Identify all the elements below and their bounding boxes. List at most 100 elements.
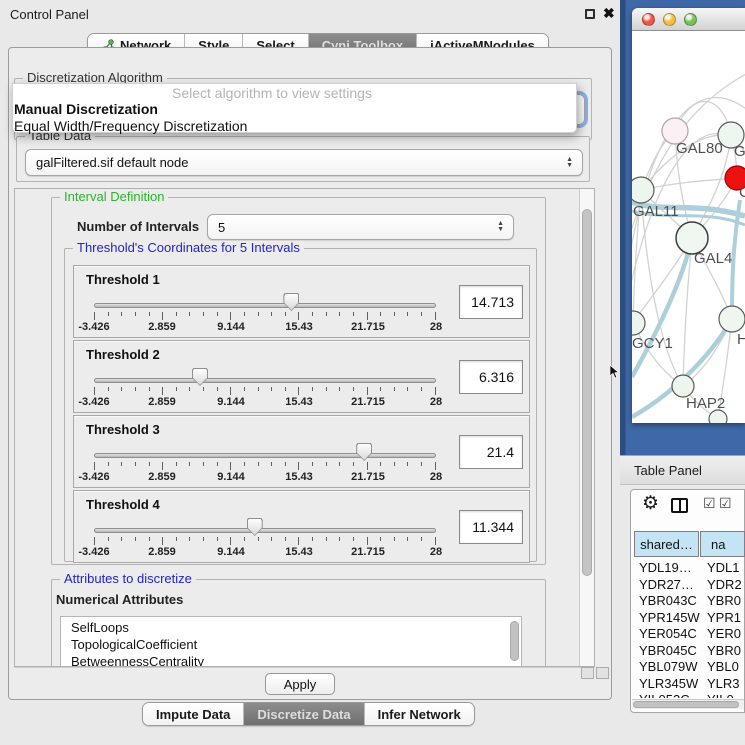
list-item[interactable]: BetweennessCentrality	[71, 653, 521, 667]
gear-icon[interactable]: ⚙	[642, 494, 659, 513]
threshold-4-value-field[interactable]: 11.344	[459, 510, 523, 544]
threshold-3-slider-track[interactable]	[94, 453, 436, 458]
threshold-3-slider-thumb[interactable]	[356, 443, 372, 461]
network-window-titlebar[interactable]	[632, 8, 745, 31]
number-of-intervals-label: Number of Intervals	[77, 219, 199, 234]
network-window: GAL80 G C GAL11 GAL4 GCY1 H HAP2	[632, 8, 745, 423]
attributes-group: Attributes to discretize Numerical Attri…	[51, 579, 546, 667]
dropdown-placeholder: Select algorithm to view settings	[13, 85, 531, 101]
table-panel-title: Table Panel	[634, 463, 702, 478]
settings-vertical-scrollbar[interactable]	[579, 189, 594, 666]
scrollbar-thumb[interactable]	[633, 701, 739, 708]
tab-infer-network[interactable]: Infer Network	[365, 703, 474, 725]
node-gcy1[interactable]	[632, 311, 645, 335]
threshold-1-value-field[interactable]: 14.713	[459, 285, 523, 319]
table-row[interactable]: YBR043CYBR0	[631, 593, 744, 610]
table-data-value: galFiltered.sif default node	[36, 155, 188, 170]
table-data-combobox[interactable]: galFiltered.sif default node ▲▼	[25, 149, 583, 176]
divider	[14, 667, 595, 668]
network-graph: GAL80 G C GAL11 GAL4 GCY1 H HAP2	[632, 32, 745, 423]
scroll-corner-button[interactable]	[596, 667, 609, 679]
interval-definition-title: Interval Definition	[60, 190, 168, 204]
bottom-tab-bar: Impute Data Discretize Data Infer Networ…	[142, 702, 475, 726]
app-window: Control Panel ✖ Network Style Select Cyn…	[0, 0, 745, 745]
tick-marks	[94, 387, 436, 395]
list-item[interactable]: TopologicalCoefficient	[71, 636, 521, 653]
node-label: HAP2	[686, 395, 725, 412]
threshold-4-slider-track[interactable]	[94, 528, 436, 533]
table-row[interactable]: YPR145WYPR1	[631, 610, 744, 627]
columns-icon[interactable]	[671, 498, 688, 513]
dropdown-item-manual[interactable]: Manual Discretization	[13, 101, 576, 118]
algorithm-dropdown-popup: Select algorithm to view settings Manual…	[12, 83, 577, 133]
list-scrollbar[interactable]	[510, 621, 519, 661]
scrollbar-thumb[interactable]	[582, 209, 592, 576]
table-panel-header: Table Panel	[620, 455, 745, 485]
table-row[interactable]: YER054CYER0	[631, 626, 744, 643]
column-header-name[interactable]: na	[700, 531, 745, 557]
node-label: H	[737, 331, 745, 348]
node-label: GCY1	[632, 335, 673, 352]
numerical-attributes-label: Numerical Attributes	[56, 592, 183, 607]
thresholds-group-title: Threshold's Coordinates for 5 Intervals	[73, 241, 304, 255]
table-row[interactable]: YIL052CYIL0	[631, 692, 744, 698]
list-item[interactable]: SelfLoops	[71, 619, 521, 636]
node-label: G	[734, 143, 745, 160]
combo-arrows-icon: ▲▼	[497, 221, 504, 233]
node-label: GAL11	[633, 203, 679, 220]
table-row[interactable]: YLR345WYLR3	[631, 676, 744, 693]
table-row[interactable]: YDL19…YDL1	[631, 560, 744, 577]
node-label: C	[739, 184, 745, 201]
threshold-1-slider-track[interactable]	[94, 303, 436, 308]
zoom-traffic-light[interactable]	[684, 13, 697, 26]
numerical-attributes-list: SelfLoops TopologicalCoefficient Between…	[60, 616, 522, 667]
column-header-shared-name[interactable]: shared…	[634, 531, 699, 557]
checkbox-icon[interactable]: ☑	[719, 496, 732, 510]
threshold-1-slider-thumb[interactable]	[283, 293, 299, 311]
close-traffic-light[interactable]	[642, 13, 655, 26]
threshold-2-slider-track[interactable]	[94, 378, 436, 383]
node-gal11[interactable]	[632, 177, 654, 203]
tab-impute-data[interactable]: Impute Data	[143, 703, 244, 725]
minimize-traffic-light[interactable]	[663, 13, 676, 26]
thresholds-group: Threshold's Coordinates for 5 Intervals …	[64, 248, 537, 562]
scroll-corner-button[interactable]	[581, 667, 594, 679]
mouse-cursor	[610, 365, 620, 379]
node-label: GAL80	[676, 140, 723, 157]
threshold-4-slider-thumb[interactable]	[247, 518, 263, 536]
table-row[interactable]: YBR045CYBR0	[631, 643, 744, 660]
threshold-4-panel: Threshold 4 -3.426 2.859 9.144 15.43 21.…	[73, 490, 530, 563]
checkbox-icon[interactable]: ☑	[703, 496, 716, 510]
node-hap2[interactable]	[672, 375, 694, 397]
threshold-3-panel: Threshold 3 -3.426 2.859 9.144 15.43 21.…	[73, 415, 530, 488]
table-data-group: Table Data galFiltered.sif default node …	[16, 136, 590, 182]
tick-marks	[94, 462, 436, 470]
number-of-intervals-combobox[interactable]: 5 ▲▼	[207, 214, 514, 240]
apply-button[interactable]: Apply	[265, 673, 335, 695]
table-row[interactable]: YBL079WYBL0	[631, 659, 744, 676]
threshold-2-slider-thumb[interactable]	[192, 368, 208, 386]
tab-discretize-data[interactable]: Discretize Data	[244, 703, 364, 725]
threshold-3-value-field[interactable]: 21.4	[459, 435, 523, 469]
table-row[interactable]: YDR27…YDR2	[631, 577, 744, 594]
control-panel-titlebar: Control Panel ✖	[0, 0, 620, 28]
network-canvas[interactable]: GAL80 G C GAL11 GAL4 GCY1 H HAP2	[632, 32, 745, 423]
panel-title: Control Panel	[10, 7, 89, 22]
table-horizontal-scrollbar[interactable]	[632, 699, 744, 709]
interval-definition-group: Interval Definition Number of Intervals …	[51, 197, 546, 565]
dropdown-item-equal-width[interactable]: Equal Width/Frequency Discretization	[13, 118, 576, 135]
tick-marks	[94, 312, 436, 320]
number-of-intervals-value: 5	[218, 220, 225, 235]
settings-scrollpane: Interval Definition Number of Intervals …	[14, 188, 595, 667]
threshold-1-panel: Threshold 1 -3.426 2.859 9.144 15.43 21.…	[73, 265, 530, 338]
tick-marks	[94, 537, 436, 545]
combo-arrows-icon: ▲▼	[566, 157, 573, 169]
attributes-group-title: Attributes to discretize	[60, 572, 196, 586]
node-h[interactable]	[719, 306, 745, 332]
table-rows: YDL19…YDL1 YDR27…YDR2 YBR043CYBR0 YPR145…	[631, 559, 744, 698]
close-icon[interactable]: ✖	[603, 5, 615, 22]
node-label: GAL4	[694, 250, 732, 267]
float-icon[interactable]	[585, 9, 595, 19]
threshold-2-panel: Threshold 2 -3.426 2.859 9.144 15.43 21.…	[73, 340, 530, 413]
threshold-2-value-field[interactable]: 6.316	[459, 360, 523, 394]
